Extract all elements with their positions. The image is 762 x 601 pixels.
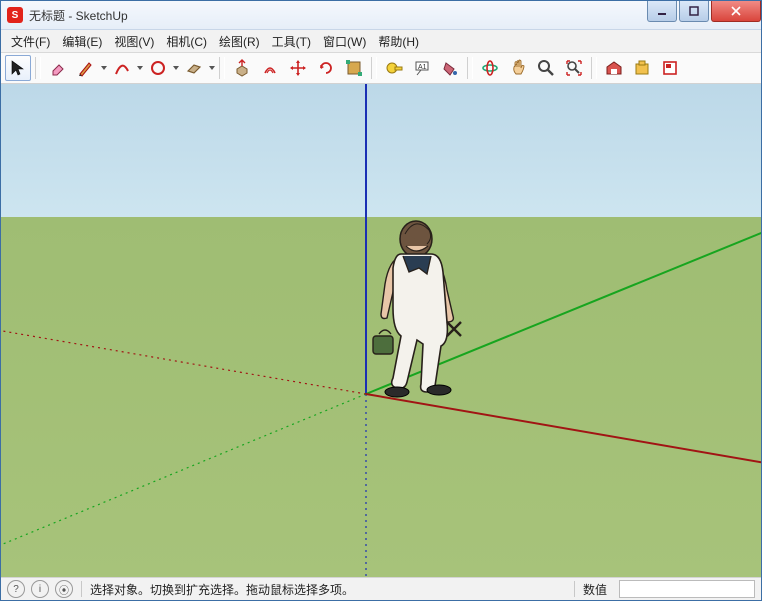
pan-tool[interactable] bbox=[505, 55, 531, 81]
zoom-extents-tool[interactable] bbox=[561, 55, 587, 81]
status-divider bbox=[81, 581, 82, 597]
toolbar-separator bbox=[371, 57, 377, 79]
arc-tool[interactable] bbox=[109, 55, 135, 81]
status-bar: ? i ⦿ 选择对象。切换到扩充选择。拖动鼠标选择多项。 数值 bbox=[1, 577, 761, 600]
help-icon[interactable]: ? bbox=[7, 580, 25, 598]
status-divider bbox=[574, 581, 575, 597]
move-tool[interactable] bbox=[285, 55, 311, 81]
menu-绘图[interactable]: 绘图(R) bbox=[213, 31, 266, 52]
close-button[interactable] bbox=[711, 1, 761, 22]
text-tool[interactable]: A1 bbox=[409, 55, 435, 81]
title-bar: S 无标题 - SketchUp bbox=[1, 1, 761, 30]
offset-tool[interactable] bbox=[257, 55, 283, 81]
app-icon: S bbox=[7, 7, 23, 23]
layout-tool[interactable] bbox=[657, 55, 683, 81]
maximize-button[interactable] bbox=[679, 1, 709, 22]
orbit-tool[interactable] bbox=[477, 55, 503, 81]
paint-tool[interactable] bbox=[437, 55, 463, 81]
window-buttons bbox=[645, 1, 761, 21]
viewport-3d[interactable] bbox=[1, 84, 761, 577]
menu-相机[interactable]: 相机(C) bbox=[160, 31, 213, 52]
status-message: 选择对象。切换到扩充选择。拖动鼠标选择多项。 bbox=[90, 581, 354, 598]
toolbar: A1 bbox=[1, 53, 761, 84]
scene bbox=[1, 84, 761, 577]
window-title: 无标题 - SketchUp bbox=[29, 7, 645, 24]
select-tool[interactable] bbox=[5, 55, 31, 81]
warehouse-tool[interactable] bbox=[601, 55, 627, 81]
scale-tool[interactable] bbox=[341, 55, 367, 81]
toolbar-separator bbox=[219, 57, 225, 79]
minimize-button[interactable] bbox=[647, 1, 677, 22]
user-icon[interactable]: ⦿ bbox=[55, 580, 73, 598]
menu-帮助[interactable]: 帮助(H) bbox=[372, 31, 425, 52]
rectangle-tool-dropdown[interactable] bbox=[209, 56, 215, 80]
pushpull-tool[interactable] bbox=[229, 55, 255, 81]
axis-red bbox=[366, 394, 761, 464]
menu-视图[interactable]: 视图(V) bbox=[108, 31, 160, 52]
axis-red-neg bbox=[1, 329, 366, 394]
menu-窗口[interactable]: 窗口(W) bbox=[317, 31, 372, 52]
menu-文件[interactable]: 文件(F) bbox=[5, 31, 56, 52]
measurement-input[interactable] bbox=[619, 580, 755, 598]
extension-tool[interactable] bbox=[629, 55, 655, 81]
scale-figure[interactable] bbox=[373, 221, 461, 397]
info-icon[interactable]: i bbox=[31, 580, 49, 598]
toolbar-separator bbox=[35, 57, 41, 79]
rectangle-tool[interactable] bbox=[181, 55, 207, 81]
rotate-tool[interactable] bbox=[313, 55, 339, 81]
eraser-tool[interactable] bbox=[45, 55, 71, 81]
app-window: S 无标题 - SketchUp 文件(F)编辑(E)视图(V)相机(C)绘图(… bbox=[0, 0, 762, 601]
shape-tool[interactable] bbox=[145, 55, 171, 81]
tape-tool[interactable] bbox=[381, 55, 407, 81]
menu-工具[interactable]: 工具(T) bbox=[266, 31, 317, 52]
arc-tool-dropdown[interactable] bbox=[137, 56, 143, 80]
pencil-tool-dropdown[interactable] bbox=[101, 56, 107, 80]
measurement-label: 数值 bbox=[583, 581, 607, 598]
toolbar-separator bbox=[591, 57, 597, 79]
svg-text:A1: A1 bbox=[418, 64, 427, 71]
menu-bar: 文件(F)编辑(E)视图(V)相机(C)绘图(R)工具(T)窗口(W)帮助(H) bbox=[1, 30, 761, 53]
shape-tool-dropdown[interactable] bbox=[173, 56, 179, 80]
menu-编辑[interactable]: 编辑(E) bbox=[56, 31, 108, 52]
axis-green-neg bbox=[1, 394, 366, 549]
toolbar-separator bbox=[467, 57, 473, 79]
zoom-tool[interactable] bbox=[533, 55, 559, 81]
pencil-tool[interactable] bbox=[73, 55, 99, 81]
